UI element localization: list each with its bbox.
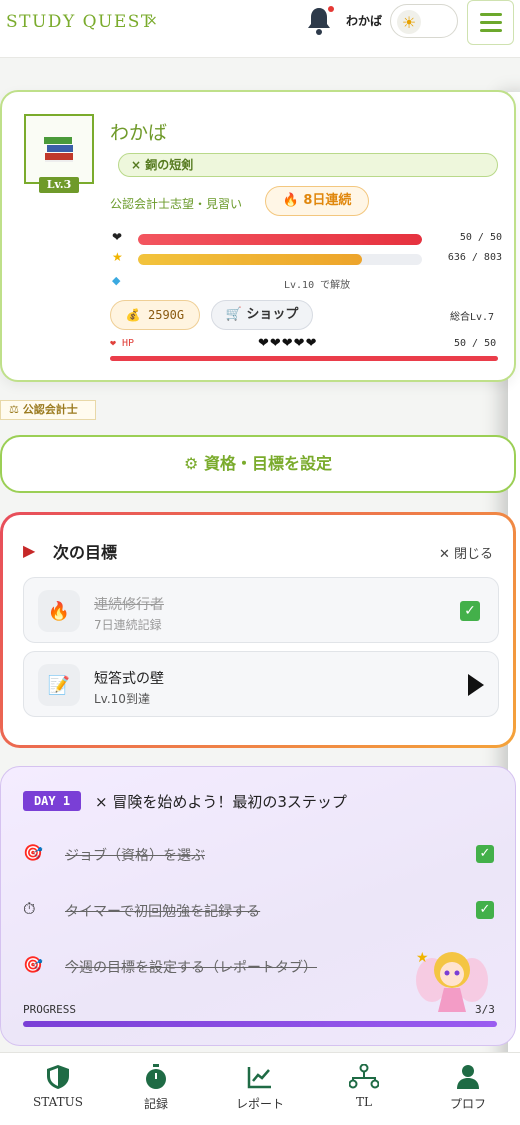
- step-item[interactable]: ⏱ タイマーで初回勉強を記録する ✓: [23, 899, 497, 923]
- flag-icon: ▶: [23, 541, 36, 560]
- nav-tl[interactable]: TL: [324, 1063, 404, 1109]
- nav-report[interactable]: レポート: [220, 1063, 300, 1112]
- step-item[interactable]: 🎯 ジョブ（資格）を選ぶ ✓: [23, 843, 497, 867]
- shop-button[interactable]: 🛒 ショップ: [211, 300, 313, 330]
- network-icon: [324, 1063, 404, 1091]
- hp-bar-fill: [138, 234, 422, 245]
- books-icon: [44, 137, 73, 162]
- goal-name: 短答式の壁: [94, 671, 164, 687]
- play-icon[interactable]: [468, 674, 484, 696]
- nav-label: 記録: [143, 1097, 168, 1111]
- stopwatch-icon: ⏱: [23, 899, 36, 918]
- check-icon: ✓: [460, 601, 480, 621]
- day-badge: DAY 1: [23, 791, 81, 811]
- next-goals-card: ▶ 次の目標 ✕ 閉じる 🔥 連続修行者 7日連続記録 ✓ 📝 短答式の壁 Lv…: [0, 512, 516, 748]
- next-goals-title: 次の目標: [53, 543, 118, 562]
- check-icon: ✓: [476, 901, 494, 919]
- hamburger-icon: [479, 13, 502, 16]
- title-mark: ×: [146, 13, 158, 29]
- close-goals-button[interactable]: ✕ 閉じる: [439, 543, 493, 562]
- set-goal-button[interactable]: ⚙ 資格・目標を設定: [0, 435, 516, 493]
- gold-counter[interactable]: 💰 2590G: [110, 300, 200, 330]
- diamond-icon: ◆: [112, 274, 121, 287]
- nav-label: レポート: [235, 1097, 284, 1111]
- hp-bar-fill-bottom: [110, 356, 498, 361]
- hp-label: ❤ HP: [110, 338, 135, 349]
- exp-stat-row: ★ 636 / 803: [112, 250, 502, 268]
- app-title[interactable]: STUDY QUEST: [6, 12, 154, 32]
- target-icon: 🎯: [23, 843, 43, 862]
- person-icon: [428, 1063, 508, 1091]
- profile-card: Lv.3 わかば × 銅の短剣 公認会計士志望・見習い 🔥 8日連続 ❤ 50 …: [0, 90, 516, 382]
- equipped-title[interactable]: × 銅の短剣: [118, 153, 498, 177]
- hp-hearts: ❤❤❤❤❤: [258, 336, 318, 351]
- profile-subtitle: 公認会計士志望・見習い: [110, 197, 243, 211]
- goal-item[interactable]: 🔥 連続修行者 7日連続記録 ✓: [23, 577, 499, 643]
- nav-label: TL: [356, 1095, 372, 1109]
- bottom-nav: STATUS 記録 レポート TL プロフ: [0, 1052, 520, 1125]
- nav-status[interactable]: STATUS: [18, 1063, 98, 1109]
- fairy-mascot[interactable]: ★: [410, 940, 494, 1022]
- star-icon: ★: [112, 250, 123, 264]
- menu-button[interactable]: [467, 0, 514, 45]
- notification-dot: [328, 6, 334, 12]
- nav-profile[interactable]: プロフ: [428, 1063, 508, 1112]
- svg-text:★: ★: [416, 950, 429, 966]
- nav-label: STATUS: [33, 1095, 83, 1109]
- nav-label: プロフ: [449, 1097, 486, 1111]
- hp-bar: [110, 356, 498, 361]
- sun-icon: ☀: [397, 10, 421, 34]
- level-badge: Lv.3: [39, 177, 79, 193]
- check-icon: ✓: [476, 845, 494, 863]
- total-level: 総合Lv.7: [450, 312, 495, 323]
- profile-name: わかば: [110, 122, 168, 144]
- avatar[interactable]: [24, 114, 94, 184]
- exp-stat-value: 636 / 803: [447, 252, 502, 263]
- step-text: タイマーで初回勉強を記録する: [65, 904, 261, 920]
- shield-icon: [18, 1063, 98, 1091]
- theme-toggle[interactable]: ☀: [390, 4, 458, 38]
- goal-sub: 7日連続記録: [94, 618, 162, 632]
- chart-icon: [220, 1063, 300, 1091]
- goal-sub: Lv.10到達: [94, 692, 150, 706]
- app-header: STUDY QUEST × わかば ☀: [0, 0, 520, 58]
- goal-item[interactable]: 📝 短答式の壁 Lv.10到達: [23, 651, 499, 717]
- step-text: 今週の目標を設定する（レポートタブ）: [65, 960, 317, 976]
- certificate-tag[interactable]: ⚖ 公認会計士: [0, 400, 96, 420]
- header-user-name[interactable]: わかば: [346, 12, 382, 29]
- memo-icon: 📝: [38, 664, 80, 706]
- streak-badge: 🔥 8日連続: [265, 186, 369, 216]
- nav-record[interactable]: 記録: [116, 1063, 196, 1112]
- fire-icon: 🔥: [38, 590, 80, 632]
- hp-stat-row: ❤ 50 / 50: [112, 230, 502, 248]
- step-text: ジョブ（資格）を選ぶ: [65, 848, 205, 864]
- goal-name: 連続修行者: [94, 597, 164, 613]
- exp-bar-fill: [138, 254, 363, 265]
- hp-stat-value: 50 / 50: [459, 232, 502, 243]
- stopwatch-icon: [116, 1063, 196, 1091]
- day-title: × 冒険を始めよう！最初の3ステップ: [95, 793, 347, 811]
- heart-icon: ❤: [112, 230, 123, 244]
- hp-value: 50 / 50: [454, 338, 497, 349]
- target-icon: 🎯: [23, 955, 43, 974]
- progress-label: PROGRESS: [23, 1003, 76, 1016]
- unlock-note: Lv.10 で解放: [284, 280, 351, 291]
